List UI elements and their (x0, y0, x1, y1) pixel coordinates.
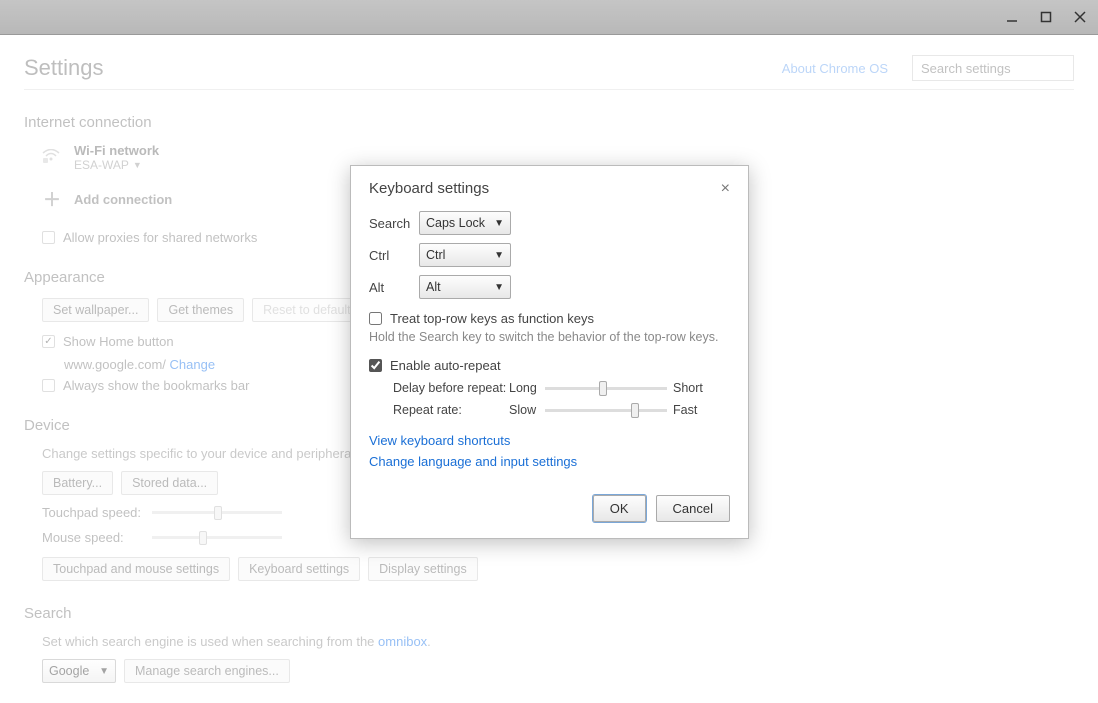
change-home-link[interactable]: Change (170, 357, 216, 372)
ctrl-key-select[interactable]: Ctrl ▼ (419, 243, 511, 267)
delay-long-label: Long (509, 381, 545, 395)
ctrl-key-value: Ctrl (426, 248, 445, 262)
section-heading-search: Search (24, 605, 1074, 622)
plus-icon: ＋ (42, 186, 62, 212)
always-bookmarks-checkbox[interactable] (42, 379, 55, 392)
search-settings-input[interactable] (912, 55, 1074, 81)
display-settings-button[interactable]: Display settings (368, 557, 478, 581)
search-engine-value: Google (49, 664, 89, 678)
touchpad-speed-slider[interactable] (152, 511, 282, 514)
chevron-down-icon: ▼ (494, 250, 504, 261)
mouse-speed-label: Mouse speed: (42, 530, 142, 545)
chevron-down-icon: ▼ (494, 218, 504, 229)
search-key-value: Caps Lock (426, 216, 485, 230)
search-key-label: Search (369, 216, 419, 231)
chevron-down-icon: ▼ (99, 666, 109, 677)
alt-key-label: Alt (369, 280, 419, 295)
keyboard-settings-dialog: Keyboard settings × Search Caps Lock ▼ Ct… (350, 165, 749, 539)
alt-key-select[interactable]: Alt ▼ (419, 275, 511, 299)
search-desc: Set which search engine is used when sea… (42, 634, 1074, 649)
cancel-button[interactable]: Cancel (656, 495, 730, 522)
chevron-down-icon: ▼ (494, 282, 504, 293)
touchpad-mouse-button[interactable]: Touchpad and mouse settings (42, 557, 230, 581)
add-connection-label: Add connection (74, 192, 172, 207)
treat-fn-desc: Hold the Search key to switch the behavi… (369, 330, 730, 344)
change-language-link[interactable]: Change language and input settings (369, 454, 730, 469)
view-shortcuts-link[interactable]: View keyboard shortcuts (369, 433, 730, 448)
allow-proxies-label: Allow proxies for shared networks (63, 230, 257, 245)
close-button[interactable] (1072, 9, 1088, 25)
keyboard-settings-button[interactable]: Keyboard settings (238, 557, 360, 581)
enable-repeat-label: Enable auto-repeat (390, 358, 501, 373)
search-key-select[interactable]: Caps Lock ▼ (419, 211, 511, 235)
battery-button[interactable]: Battery... (42, 471, 113, 495)
touchpad-speed-label: Touchpad speed: (42, 505, 142, 520)
ok-button[interactable]: OK (593, 495, 646, 522)
treat-fn-label: Treat top-row keys as function keys (390, 311, 594, 326)
rate-label: Repeat rate: (393, 403, 509, 417)
dialog-close-button[interactable]: × (721, 181, 730, 197)
mouse-speed-slider[interactable] (152, 536, 282, 539)
search-desc-text: Set which search engine is used when sea… (42, 634, 378, 649)
ctrl-key-label: Ctrl (369, 248, 419, 263)
show-home-label: Show Home button (63, 334, 174, 349)
stored-data-button[interactable]: Stored data... (121, 471, 218, 495)
show-home-checkbox[interactable] (42, 335, 55, 348)
omnibox-link[interactable]: omnibox (378, 634, 427, 649)
rate-fast-label: Fast (673, 403, 713, 417)
set-wallpaper-button[interactable]: Set wallpaper... (42, 298, 149, 322)
search-engine-select[interactable]: Google ▼ (42, 659, 116, 683)
dialog-title: Keyboard settings (369, 180, 489, 197)
maximize-button[interactable] (1038, 9, 1054, 25)
treat-fn-checkbox[interactable] (369, 312, 382, 325)
delay-label: Delay before repeat: (393, 381, 509, 395)
minimize-button[interactable] (1004, 9, 1020, 25)
chevron-down-icon: ▼ (133, 160, 142, 170)
manage-search-engines-button[interactable]: Manage search engines... (124, 659, 290, 683)
always-bookmarks-label: Always show the bookmarks bar (63, 378, 249, 393)
delay-short-label: Short (673, 381, 713, 395)
wifi-name-label: Wi-Fi network (74, 143, 159, 158)
delay-slider[interactable] (545, 387, 667, 390)
rate-slider[interactable] (545, 409, 667, 412)
wifi-ssid: ESA-WAP (74, 158, 129, 172)
page-title: Settings (24, 55, 104, 81)
allow-proxies-checkbox[interactable] (42, 231, 55, 244)
window-titlebar (0, 0, 1098, 35)
alt-key-value: Alt (426, 280, 441, 294)
wifi-icon (42, 149, 62, 166)
rate-slow-label: Slow (509, 403, 545, 417)
home-url-text: www.google.com/ (64, 357, 166, 372)
enable-repeat-checkbox[interactable] (369, 359, 382, 372)
about-chrome-link[interactable]: About Chrome OS (782, 61, 888, 76)
get-themes-button[interactable]: Get themes (157, 298, 244, 322)
section-heading-internet: Internet connection (24, 114, 1074, 131)
